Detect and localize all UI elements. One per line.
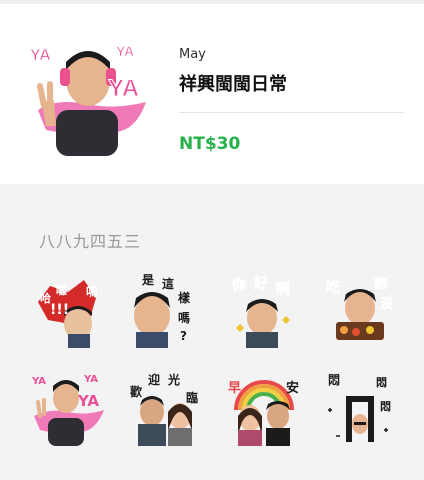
sticker-is-char-2: 這 — [162, 276, 174, 291]
sticker-is-char-1: 是 — [141, 273, 155, 287]
full-sticker-icon: 吃 飽 沒 — [326, 276, 394, 340]
sticker-good-morning[interactable]: 早 安 — [226, 370, 302, 446]
is-it-so-sticker-icon: 是 這 樣 嗎 ? — [134, 273, 191, 348]
sticker-full-char-3: 沒 — [380, 296, 394, 312]
sticker-welcome[interactable]: 歡 迎 光 臨 — [128, 370, 204, 446]
ya-badge-3: YA — [108, 75, 139, 102]
sticker-is-char-5: ? — [180, 329, 187, 343]
bored-sticker-icon: 悶 悶 悶 — [328, 373, 391, 442]
divider — [179, 112, 404, 113]
hello-sticker-icon: 你 好 啊 — [231, 275, 290, 348]
ya-badge-2: YA — [116, 43, 134, 59]
sticker-bored-char-1: 悶 — [328, 373, 340, 387]
sticker-bored[interactable]: 悶 悶 悶 — [322, 370, 398, 446]
sticker-hi-char-2: 囉 — [56, 284, 67, 297]
sticker-ya-char-1: YA — [31, 376, 46, 387]
sticker-hi-char-4: !!! — [50, 302, 69, 318]
sticker-morning-char-2: 安 — [286, 380, 299, 396]
pack-label: 八八九四五三 — [39, 232, 142, 251]
sticker-bored-char-2: 悶 — [376, 376, 387, 389]
sticker-hello-char-1: 你 — [231, 277, 246, 294]
sticker-full[interactable]: 吃 飽 沒 — [322, 272, 398, 348]
sticker-is-char-4: 嗎 — [178, 311, 190, 325]
sticker-full-char-2: 飽 — [373, 276, 387, 292]
sticker-is-it-so[interactable]: 是 這 樣 嗎 ? — [128, 272, 204, 348]
good-morning-sticker-icon: 早 安 — [228, 380, 299, 446]
sticker-is-char-3: 樣 — [178, 290, 191, 305]
sticker-welcome-char-3: 光 — [167, 372, 180, 387]
ya-sticker-icon: YA YA YA — [31, 374, 104, 446]
product-header: YA YA YA May 祥興閩閩日常 NT$30 — [0, 4, 424, 184]
main-sticker-image: YA YA YA — [26, 40, 154, 158]
waving-man-ya-sticker-icon: YA YA YA — [30, 43, 146, 156]
sticker-hello-char-3: 啊 — [276, 282, 290, 298]
product-title: 祥興閩閩日常 — [179, 74, 287, 95]
ya-badge-1: YA — [30, 47, 51, 64]
hi-exclaim-sticker-icon: 哈 囉 嗎 !!! — [38, 280, 98, 348]
sticker-morning-char-1: 早 — [228, 381, 241, 396]
welcome-sticker-icon: 歡 迎 光 臨 — [130, 372, 198, 446]
sticker-bored-char-3: 悶 — [380, 400, 391, 413]
sticker-hi[interactable]: 哈 囉 嗎 !!! — [30, 272, 106, 348]
creator-name[interactable]: May — [179, 47, 206, 62]
sticker-welcome-char-4: 臨 — [186, 390, 198, 405]
sticker-ya-char-3: YA — [77, 392, 99, 410]
sticker-welcome-char-2: 迎 — [148, 372, 160, 387]
sticker-gallery: 八八九四五三 哈 囉 嗎 !!! 是 這 樣 嗎 ? 你 好 啊 吃 飽 沒 Y… — [0, 184, 424, 480]
sticker-full-char-1: 吃 — [326, 279, 340, 296]
sticker-hello[interactable]: 你 好 啊 — [226, 272, 302, 348]
sticker-ya-char-2: YA — [83, 374, 98, 385]
sticker-hi-char-3: 嗎 — [86, 285, 98, 299]
sticker-welcome-char-1: 歡 — [130, 384, 142, 399]
sticker-hello-char-2: 好 — [253, 275, 268, 292]
price-label: NT$30 — [179, 134, 241, 154]
sticker-ya[interactable]: YA YA YA — [30, 370, 106, 446]
